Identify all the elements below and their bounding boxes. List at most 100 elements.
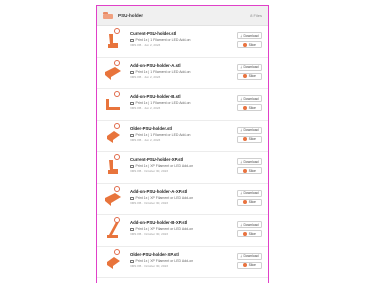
slice-button[interactable]: Slice xyxy=(237,104,262,111)
slicer-icon xyxy=(243,137,248,141)
file-meta: Current-PSU-holder.stl Print 1x | 1 Fila… xyxy=(130,31,240,48)
slice-label: Slice xyxy=(248,263,256,267)
file-date: 3MS KB · Jun 2, 2023 xyxy=(130,43,161,47)
file-name[interactable]: Add-on-PSU-holder-B.stl xyxy=(130,94,240,100)
file-meta: Add-on-PSU-holder-B.stl Print 1x | 1 Fil… xyxy=(130,94,240,111)
slice-label: Slice xyxy=(248,231,256,236)
file-actions: ⤓ Download Slice xyxy=(237,95,262,111)
file-name[interactable]: Add-on-PSU-holder-B-XP.stl xyxy=(130,220,240,226)
file-name[interactable]: Add-on-PSU-holder-A.stl xyxy=(130,63,240,69)
slice-label: Slice xyxy=(248,137,256,141)
model-thumbnail[interactable] xyxy=(103,189,123,209)
print-badge-icon xyxy=(114,28,120,34)
printer-icon xyxy=(130,70,134,74)
file-date: 3MS KB · Jun 2, 2023 xyxy=(130,74,161,79)
file-row[interactable]: Add-on-PSU-holder-B-XP.stl Print 1x | XP… xyxy=(97,215,268,247)
download-button[interactable]: ⤓ Download xyxy=(237,158,262,165)
download-label: Download xyxy=(243,33,259,38)
download-label: Download xyxy=(243,96,259,101)
file-meta: Current-PSU-holder-XP.stl Print 1x | XP … xyxy=(130,157,240,174)
slice-button[interactable]: Slice xyxy=(237,230,262,237)
slice-label: Slice xyxy=(248,105,256,110)
print-badge-icon xyxy=(114,122,120,129)
slicer-icon xyxy=(243,74,248,78)
download-label: Download xyxy=(243,254,259,258)
download-button[interactable]: ⤓ Download xyxy=(237,95,262,102)
slice-label: Slice xyxy=(248,42,256,47)
printer-icon xyxy=(130,259,134,263)
file-row[interactable]: Current-PSU-holder-XP.stl Print 1x | XP … xyxy=(97,152,268,184)
file-actions: ⤓ Download Slice xyxy=(237,63,262,80)
slice-button[interactable]: Slice xyxy=(237,167,262,174)
slicer-icon xyxy=(243,263,248,267)
slicer-icon xyxy=(243,168,248,173)
download-icon: ⤓ xyxy=(240,33,242,38)
slice-label: Slice xyxy=(248,200,256,204)
model-thumbnail[interactable] xyxy=(103,157,123,177)
file-actions: ⤓ Download Slice xyxy=(237,252,262,269)
download-button[interactable]: ⤓ Download xyxy=(237,221,262,228)
slice-button[interactable]: Slice xyxy=(237,72,262,80)
folder-name: PSU-holder xyxy=(118,13,144,18)
download-label: Download xyxy=(243,191,259,195)
slice-button[interactable]: Slice xyxy=(237,198,262,206)
file-name[interactable]: Older-PSU-holder.stl xyxy=(130,126,240,132)
file-panel: PSU-holder 8 Files Current-PSU-holder.st… xyxy=(96,5,269,283)
file-actions: ⤓ Download Slice xyxy=(237,32,262,48)
file-description-text: Print 1x | XP Filament or LED Add-on xyxy=(135,195,194,200)
file-row[interactable]: Add-on-PSU-holder-A-XP.stl Print 1x | XP… xyxy=(97,184,268,215)
slice-button[interactable]: Slice xyxy=(237,135,262,143)
file-description-text: Print 1x | XP Filament or LED Add-on xyxy=(135,258,194,263)
file-list: Current-PSU-holder.stl Print 1x | 1 Fila… xyxy=(97,26,268,278)
file-meta: Add-on-PSU-holder-A-XP.stl Print 1x | XP… xyxy=(130,189,240,206)
file-date: 3MS KB · October 30, 2023 xyxy=(130,263,169,268)
file-row[interactable]: Older-PSU-holder-XP.stl Print 1x | XP Fi… xyxy=(97,247,268,278)
file-meta: Older-PSU-holder.stl Print 1x | 1 Filame… xyxy=(130,126,240,143)
download-button[interactable]: ⤓ Download xyxy=(237,189,262,197)
print-badge-icon xyxy=(114,154,120,160)
file-row[interactable]: Add-on-PSU-holder-B.stl Print 1x | 1 Fil… xyxy=(97,89,268,121)
download-button[interactable]: ⤓ Download xyxy=(237,126,262,134)
slicer-icon xyxy=(243,42,248,47)
download-icon: ⤓ xyxy=(240,96,242,101)
slice-label: Slice xyxy=(248,168,256,173)
print-badge-icon xyxy=(114,59,120,66)
slicer-icon xyxy=(243,231,248,236)
model-thumbnail[interactable] xyxy=(103,63,123,83)
model-thumbnail[interactable] xyxy=(103,126,123,146)
download-button[interactable]: ⤓ Download xyxy=(237,63,262,71)
print-badge-icon xyxy=(114,217,120,223)
print-badge-icon xyxy=(114,185,120,192)
slicer-icon xyxy=(243,105,248,110)
printer-icon xyxy=(130,196,134,200)
download-icon: ⤓ xyxy=(240,159,242,164)
file-actions: ⤓ Download Slice xyxy=(237,126,262,143)
slice-button[interactable]: Slice xyxy=(237,41,262,48)
model-thumbnail[interactable] xyxy=(103,31,123,51)
file-date: 3MS KB · October 30, 2023 xyxy=(130,232,169,236)
download-icon: ⤓ xyxy=(240,254,242,258)
file-actions: ⤓ Download Slice xyxy=(237,158,262,174)
print-badge-icon xyxy=(114,248,120,255)
model-thumbnail[interactable] xyxy=(103,220,123,240)
model-thumbnail[interactable] xyxy=(103,94,123,114)
download-label: Download xyxy=(243,159,259,164)
download-icon: ⤓ xyxy=(240,222,242,227)
file-name[interactable]: Older-PSU-holder-XP.stl xyxy=(130,252,240,258)
file-row[interactable]: Older-PSU-holder.stl Print 1x | 1 Filame… xyxy=(97,121,268,152)
file-actions: ⤓ Download Slice xyxy=(237,189,262,206)
download-button[interactable]: ⤓ Download xyxy=(237,32,262,39)
download-label: Download xyxy=(243,128,259,132)
file-row[interactable]: Current-PSU-holder.stl Print 1x | 1 Fila… xyxy=(97,26,268,58)
slice-button[interactable]: Slice xyxy=(237,261,262,269)
printer-icon xyxy=(130,39,134,42)
download-button[interactable]: ⤓ Download xyxy=(237,252,262,260)
file-name[interactable]: Add-on-PSU-holder-A-XP.stl xyxy=(130,189,240,195)
folder-header[interactable]: PSU-holder 8 Files xyxy=(97,6,268,26)
slice-label: Slice xyxy=(248,74,256,78)
file-name[interactable]: Current-PSU-holder.stl xyxy=(130,31,240,37)
file-date: 3MS KB · Jun 2, 2023 xyxy=(130,106,161,110)
model-thumbnail[interactable] xyxy=(103,252,123,272)
file-row[interactable]: Add-on-PSU-holder-A.stl Print 1x | 1 Fil… xyxy=(97,58,268,89)
file-name[interactable]: Current-PSU-holder-XP.stl xyxy=(130,157,240,163)
